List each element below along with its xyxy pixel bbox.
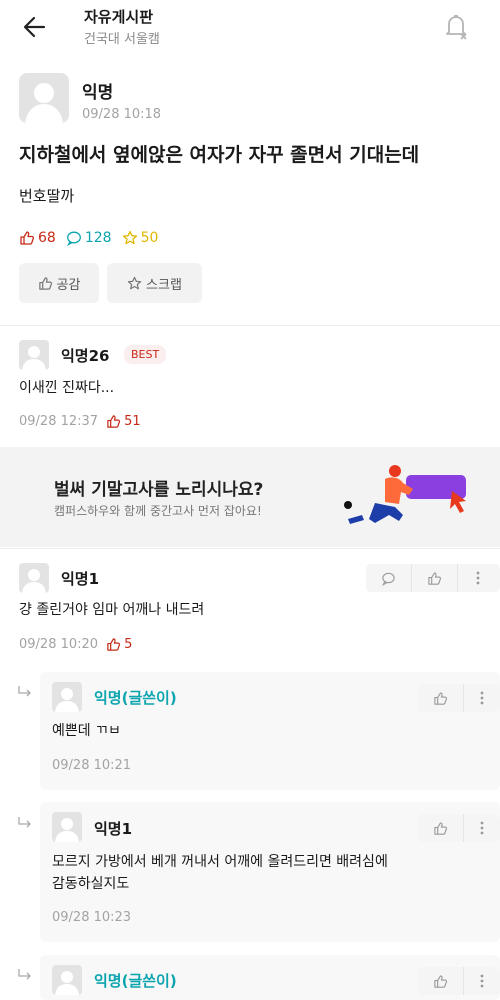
comment-tools [418, 684, 500, 712]
comment-text: 이새낀 진짜다... [19, 380, 115, 396]
comment-text-line-2: 감동하실지도 [52, 876, 130, 892]
comment-text: 예쁜데 ㄲㅂ [52, 723, 121, 739]
post-stats: 68 128 50 [19, 230, 168, 246]
comment-tools [418, 814, 500, 842]
thumbs-up-icon [107, 638, 121, 651]
more-options-button[interactable] [458, 564, 498, 592]
scrap-button[interactable]: 스크랩 [107, 263, 202, 303]
more-vertical-icon [480, 974, 484, 988]
reply-arrow-icon [17, 967, 33, 981]
post-time: 09/28 10:18 [82, 107, 162, 122]
post-title: 지하철에서 옆에앉은 여자가 자꾸 졸면서 기대는데 [19, 144, 420, 166]
divider [0, 548, 500, 549]
comment-author: 익명(글쓴이) [94, 972, 177, 990]
ad-banner[interactable]: 벌써 기말고사를 노리시나요? 캠퍼스하우와 함께 중간고사 먼저 잡아요! [0, 447, 500, 547]
avatar [19, 73, 69, 123]
thumbs-up-icon [428, 571, 442, 585]
comment-time: 09/28 12:37 [19, 414, 99, 429]
like-count: 68 [19, 230, 56, 246]
thumbs-up-icon [107, 415, 121, 428]
comment-like-count: 51 [106, 414, 141, 429]
like-comment-button[interactable] [412, 564, 458, 592]
post-author: 익명 [82, 83, 114, 103]
avatar [19, 340, 49, 370]
board-subtitle: 건국대 서울캠 [84, 32, 160, 47]
ad-illustration [340, 459, 480, 539]
reply-arrow-icon [17, 815, 33, 829]
more-vertical-icon [480, 821, 484, 835]
board-title: 자유게시판 [84, 8, 154, 26]
scrap-count: 50 [122, 230, 158, 246]
post-body: 번호딸까 [19, 187, 75, 205]
bell-off-icon[interactable] [440, 10, 472, 42]
star-icon [127, 276, 142, 289]
comment-meta: 09/28 12:37 51 [19, 414, 141, 429]
more-vertical-icon [480, 691, 484, 705]
thumbs-up-icon [434, 821, 448, 835]
comment-author: 익명1 [61, 570, 100, 588]
ad-title: 벌써 기말고사를 노리시나요? [54, 480, 264, 500]
best-badge: BEST [124, 345, 167, 364]
reply-arrow-icon [17, 684, 33, 698]
more-options-button[interactable] [464, 684, 500, 712]
ad-subtitle: 캠퍼스하우와 함께 중간고사 먼저 잡아요! [54, 504, 262, 518]
comment-time: 09/28 10:20 [19, 637, 99, 652]
comment-time: 09/28 10:23 [52, 910, 132, 925]
avatar [19, 563, 49, 593]
like-comment-button[interactable] [418, 684, 464, 712]
divider [0, 325, 500, 326]
more-options-button[interactable] [464, 814, 500, 842]
comment-count: 128 [66, 230, 112, 246]
comment-meta: 09/28 10:20 5 [19, 637, 132, 652]
thumbs-up-icon [434, 974, 448, 988]
comment-author: 익명26 [61, 347, 110, 365]
thumbs-up-icon [38, 276, 52, 290]
app-header: 자유게시판 건국대 서울캠 [0, 0, 500, 56]
comment-text-line-1: 모르지 가방에서 베개 꺼내서 어깨에 올려드리면 배려심에 [52, 854, 388, 870]
comment-tools [366, 564, 500, 592]
comment-author: 익명1 [94, 820, 133, 838]
speech-bubble-icon [66, 231, 81, 246]
like-button[interactable]: 공감 [19, 263, 99, 303]
avatar [52, 965, 82, 995]
like-comment-button[interactable] [418, 967, 464, 995]
thumbs-up-icon [20, 231, 35, 245]
more-options-button[interactable] [464, 967, 500, 995]
star-icon [122, 230, 137, 245]
comment-text: 걍 졸린거야 임마 어깨나 내드려 [19, 602, 205, 618]
back-arrow-icon[interactable] [18, 10, 52, 44]
comment-author: 익명(글쓴이) [94, 689, 177, 707]
comment-tools [418, 967, 500, 995]
like-comment-button[interactable] [418, 814, 464, 842]
comment-time: 09/28 10:21 [52, 758, 132, 773]
speech-bubble-icon [382, 572, 395, 586]
comment-like-count: 5 [106, 637, 132, 652]
avatar [52, 682, 82, 712]
thumbs-up-icon [434, 691, 448, 705]
avatar [52, 812, 82, 842]
reply-comment-button[interactable] [366, 564, 412, 592]
more-vertical-icon [476, 571, 480, 585]
